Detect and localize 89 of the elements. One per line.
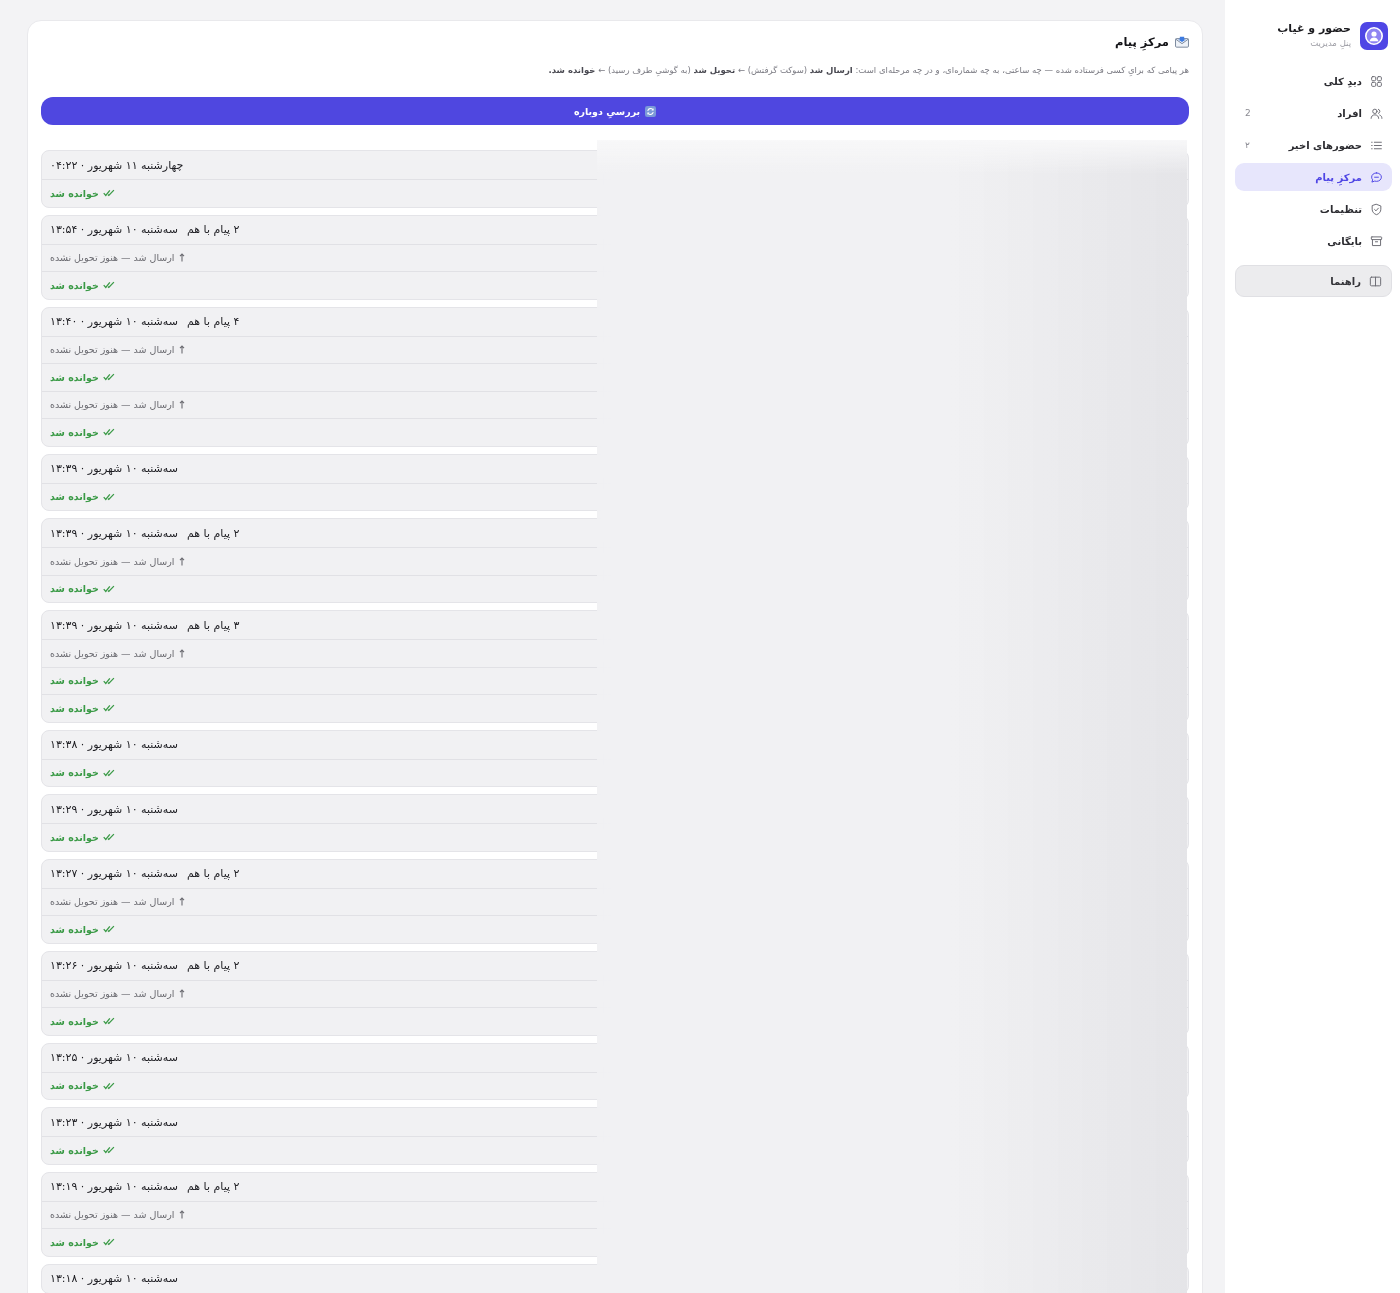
message-time: چهارشنبه ۱۱ شهریور · ۰۴:۲۲ — [50, 158, 184, 172]
status-text: ارسال شد — هنوز تحویل نشده — [50, 399, 175, 411]
sidebar-item[interactable]: حضورهای اخیر ۲ — [1235, 131, 1392, 159]
message-count: ۲ پیام با هم — [186, 1180, 240, 1193]
status-text: خوانده شد — [50, 426, 99, 438]
shield-check-icon — [1370, 202, 1383, 216]
double-check-icon — [102, 1017, 115, 1026]
help-button[interactable]: راهنما — [1235, 265, 1392, 297]
status-text: خوانده شد — [50, 675, 99, 687]
sidebar-item[interactable]: بایگانی — [1235, 227, 1392, 255]
double-check-icon — [102, 925, 115, 934]
page-title: مرکزِ پیام — [1115, 34, 1169, 50]
message-time: سه‌شنبه ۱۰ شهریور · ۱۳:۲۶ — [50, 959, 178, 972]
arrow-up-icon — [178, 253, 185, 263]
double-check-icon — [102, 584, 115, 593]
message-count: ۴ پیام با هم — [186, 315, 240, 328]
refresh-icon — [645, 105, 657, 117]
status-text: ارسال شد — هنوز تحویل نشده — [50, 555, 175, 567]
arrow-up-icon — [178, 556, 185, 566]
status-text: خوانده شد — [50, 1015, 99, 1027]
status-text: ارسال شد — هنوز تحویل نشده — [50, 896, 175, 908]
item-count: ۲ — [1245, 140, 1250, 150]
app-title: حضور و غیاب — [1277, 21, 1351, 36]
message-count: ۲ پیام با هم — [186, 223, 240, 236]
double-check-icon — [102, 1081, 115, 1090]
message-time: سه‌شنبه ۱۰ شهریور · ۱۳:۲۵ — [50, 1051, 178, 1064]
double-check-icon — [102, 833, 115, 842]
arrow-up-icon — [178, 648, 185, 658]
double-check-icon — [102, 492, 115, 501]
sidebar-item[interactable]: مرکزِ پیام — [1235, 163, 1392, 191]
double-check-icon — [102, 1238, 115, 1247]
double-check-icon — [102, 281, 115, 290]
message-time: سه‌شنبه ۱۰ شهریور · ۱۳:۴۰ — [50, 315, 178, 328]
double-check-icon — [102, 768, 115, 777]
status-text: خوانده شد — [50, 491, 99, 503]
archive-box-icon — [1370, 234, 1383, 248]
item-count: 2 — [1245, 108, 1251, 118]
arrow-up-icon — [178, 1210, 185, 1220]
status-text: ارسال شد — هنوز تحویل نشده — [50, 252, 175, 264]
status-text: خوانده شد — [50, 1236, 99, 1248]
book-icon — [1369, 274, 1382, 288]
message-count: ۲ پیام با هم — [186, 526, 240, 540]
message-count: ۳ پیام با هم — [186, 618, 240, 632]
status-text: خوانده شد — [50, 279, 99, 291]
double-check-icon — [102, 704, 115, 713]
message-time: سه‌شنبه ۱۰ شهریور · ۱۳:۲۷ — [50, 867, 178, 880]
double-check-icon — [102, 428, 115, 437]
refresh-button[interactable]: بررسیِ دوباره — [41, 97, 1189, 125]
chat-bubble-icon — [1370, 170, 1383, 184]
status-text: خوانده شد — [50, 583, 99, 595]
double-check-icon — [102, 189, 115, 198]
person-logo-icon — [1360, 21, 1388, 50]
status-text: خوانده شد — [50, 187, 99, 199]
users-icon — [1370, 106, 1383, 120]
grid-icon — [1370, 74, 1383, 88]
message-time: سه‌شنبه ۱۰ شهریور · ۱۳:۳۸ — [50, 738, 178, 751]
message-count: ۲ پیام با هم — [186, 959, 240, 972]
arrow-up-icon — [178, 989, 185, 999]
status-text: خوانده شد — [50, 702, 99, 714]
app-subtitle: پنلِ مدیریت — [1309, 37, 1351, 50]
status-text: خوانده شد — [50, 1144, 99, 1156]
status-text: خوانده شد — [50, 831, 99, 843]
sidebar-item[interactable]: تنظیمات — [1235, 195, 1392, 223]
double-check-icon — [102, 373, 115, 382]
status-text: ارسال شد — هنوز تحویل نشده — [50, 647, 175, 659]
double-check-icon — [102, 676, 115, 685]
status-text: ارسال شد — هنوز تحویل نشده — [50, 988, 175, 1000]
status-text: خوانده شد — [50, 371, 99, 383]
message-time: سه‌شنبه ۱۰ شهریور · ۱۳:۲۳ — [50, 1115, 178, 1129]
message-time: سه‌شنبه ۱۰ شهریور · ۱۳:۵۴ — [50, 223, 178, 236]
arrow-up-icon — [178, 400, 185, 410]
message-time: سه‌شنبه ۱۰ شهریور · ۱۳:۱۸ — [50, 1272, 178, 1285]
arrow-up-icon — [178, 345, 185, 355]
message-time: سه‌شنبه ۱۰ شهریور · ۱۳:۲۹ — [50, 802, 178, 816]
message-count: ۲ پیام با هم — [186, 867, 240, 880]
message-time: سه‌شنبه ۱۰ شهریور · ۱۳:۳۹ — [50, 526, 178, 540]
page-description: هر پیامی که برایِ کسی فرستاده شده — چه ساعتی، به چه شماره‌ای، و در چه مرحله‌ای است: ارسال شد (سوکت گرفتش) ← تحویل شد (به گوشیِ طرف رسید) ← خوانده شد. — [548, 64, 1189, 77]
sidebar-item[interactable]: دیدِ کلی — [1235, 67, 1392, 95]
message-time: سه‌شنبه ۱۰ شهریور · ۱۳:۳۹ — [50, 618, 178, 632]
status-text: خوانده شد — [50, 767, 99, 779]
message-time: سه‌شنبه ۱۰ شهریور · ۱۳:۱۹ — [50, 1180, 178, 1193]
status-text: ارسال شد — هنوز تحویل نشده — [50, 1209, 175, 1221]
status-text: خوانده شد — [50, 923, 99, 935]
status-text: ارسال شد — هنوز تحویل نشده — [50, 344, 175, 356]
status-text: خوانده شد — [50, 1080, 99, 1092]
message-time: سه‌شنبه ۱۰ شهریور · ۱۳:۳۹ — [50, 462, 178, 475]
envelope-icon — [1175, 36, 1189, 48]
arrow-up-icon — [178, 897, 185, 907]
double-check-icon — [102, 1146, 115, 1155]
